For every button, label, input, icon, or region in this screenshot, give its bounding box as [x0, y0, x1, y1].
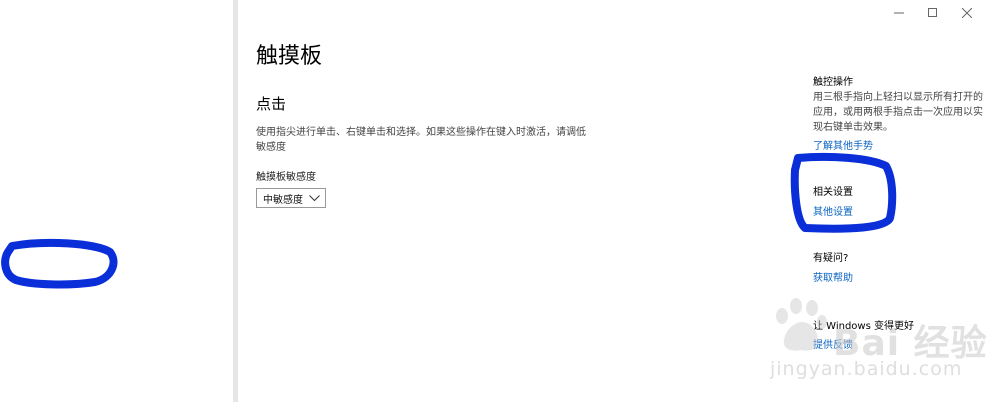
page-title: 触摸板 — [256, 44, 323, 69]
gestures-text: 用三根手指向上轻扫以显示所有打开的应用，或用两根手指点击一次应用以实现右键单击效… — [813, 92, 983, 133]
minimize-icon — [894, 12, 904, 14]
gestures-heading: 触控操作 — [813, 77, 853, 88]
sensitivity-label: 触摸板敏感度 — [256, 172, 316, 183]
watermark-url: jingyan.baidu.com — [770, 358, 963, 380]
left-pane — [0, 0, 233, 402]
minimize-button[interactable] — [882, 4, 916, 22]
sensitivity-value: 中敏感度 — [263, 194, 303, 206]
help-heading: 有疑问? — [813, 253, 849, 264]
chevron-down-icon — [309, 194, 320, 201]
other-settings-link[interactable]: 其他设置 — [813, 203, 853, 218]
close-icon — [962, 8, 972, 18]
related-settings-heading: 相关设置 — [813, 187, 853, 198]
tap-section-title: 点击 — [256, 95, 287, 113]
window-controls — [882, 4, 984, 22]
get-help-link[interactable]: 获取帮助 — [813, 269, 853, 284]
maximize-button[interactable] — [916, 4, 950, 22]
close-button[interactable] — [950, 4, 984, 22]
maximize-icon — [928, 8, 937, 17]
tap-description: 使用指尖进行单击、右键单击和选择。如果这些操作在键入时激活，请调低敏感度 — [256, 127, 586, 153]
learn-gestures-link[interactable]: 了解其他手势 — [813, 137, 873, 152]
watermark-paw-icon — [776, 298, 827, 351]
sensitivity-dropdown[interactable]: 中敏感度 — [256, 188, 326, 208]
